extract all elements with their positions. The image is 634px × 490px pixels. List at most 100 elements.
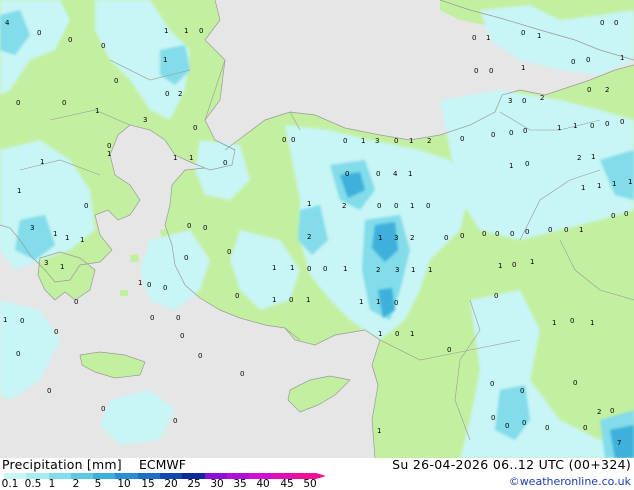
precip-value: 0 — [447, 346, 451, 354]
legend-tick-label: 0.1 — [1, 478, 19, 490]
precip-value: 1 — [80, 236, 84, 244]
precip-value: 1 — [173, 154, 177, 162]
legend-tick-label: 35 — [233, 478, 247, 490]
precip-value: 0 — [489, 67, 493, 75]
precip-value: 1 — [290, 264, 294, 272]
precip-value: 1 — [189, 154, 193, 162]
precip-value: 0 — [460, 232, 464, 240]
precip-value: 1 — [107, 150, 111, 158]
precip-value: 0 — [520, 387, 524, 395]
precip-value: 0 — [377, 202, 381, 210]
precip-value: 3 — [30, 224, 34, 232]
precip-value: 0 — [587, 86, 591, 94]
precip-value: 2 — [605, 86, 609, 94]
precip-value: 1 — [307, 200, 311, 208]
precip-value: 0 — [605, 120, 609, 128]
credit-link[interactable]: ©weatheronline.co.uk — [509, 475, 631, 489]
precip-value: 0 — [101, 42, 105, 50]
precip-value: 0 — [394, 202, 398, 210]
legend-title: Precipitation [mm] — [2, 457, 122, 472]
precip-value: 0 — [525, 228, 529, 236]
precip-value: 1 — [552, 319, 556, 327]
precip-value: 0 — [343, 137, 347, 145]
precip-value: 0 — [193, 124, 197, 132]
precip-value: 1 — [597, 182, 601, 190]
precip-value: 0 — [523, 127, 527, 135]
precip-value: 0 — [235, 292, 239, 300]
precip-value: 1 — [343, 265, 347, 273]
precip-value: 0 — [611, 212, 615, 220]
precip-value: 0 — [62, 99, 66, 107]
legend-tick-label: 30 — [210, 478, 224, 490]
precip-value: 0 — [203, 224, 207, 232]
precip-value: 0 — [522, 419, 526, 427]
precip-value: 0 — [395, 330, 399, 338]
precip-value: 0 — [512, 261, 516, 269]
precip-value: 0 — [564, 226, 568, 234]
precip-value: 0 — [345, 170, 349, 178]
precip-value: 1 — [3, 316, 7, 324]
precip-value: 0 — [494, 292, 498, 300]
precip-value: 0 — [472, 34, 476, 42]
legend-model: ECMWF — [139, 457, 186, 472]
legend-tick-label: 25 — [187, 478, 201, 490]
precip-value: 7 — [617, 439, 621, 447]
precip-value: 0 — [394, 137, 398, 145]
precip-value: 1 — [509, 162, 513, 170]
legend-tick-label: 10 — [117, 478, 131, 490]
precip-value: 0 — [495, 230, 499, 238]
precip-value: 0 — [307, 265, 311, 273]
legend-ticks: 0.1 0.5 1 2 5 10 15 20 25 30 35 40 45 50 — [0, 478, 340, 490]
precip-value: 1 — [411, 266, 415, 274]
legend-tick-label: 5 — [94, 478, 102, 490]
legend-tick-label: 15 — [141, 478, 155, 490]
precip-value: 0 — [107, 142, 111, 150]
precip-value: 0 — [323, 265, 327, 273]
precip-value: 0 — [376, 170, 380, 178]
precip-value: 0 — [505, 422, 509, 430]
precip-value: 2 — [307, 233, 311, 241]
precip-value: 1 — [164, 27, 168, 35]
precip-value: 0 — [150, 314, 154, 322]
precip-value: 1 — [138, 279, 142, 287]
precip-value: 3 — [143, 116, 147, 124]
precip-value: 0 — [282, 136, 286, 144]
precip-value: 0 — [16, 99, 20, 107]
precip-value: 0 — [291, 136, 295, 144]
precip-value: 0 — [173, 417, 177, 425]
precip-value: 0 — [240, 370, 244, 378]
precip-value: 0 — [545, 424, 549, 432]
precip-value: 0 — [68, 36, 72, 44]
precip-value: 3 — [394, 234, 398, 242]
legend-tick-label: 45 — [280, 478, 294, 490]
precip-value: 3 — [395, 266, 399, 274]
precip-value: 0 — [490, 380, 494, 388]
precip-value: 2 — [178, 90, 182, 98]
precip-value: 1 — [579, 226, 583, 234]
precip-value: 0 — [525, 160, 529, 168]
precip-value: 1 — [60, 263, 64, 271]
precip-value: 0 — [163, 284, 167, 292]
precip-value: 0 — [114, 77, 118, 85]
precip-value: 1 — [612, 180, 616, 188]
precip-value: 1 — [272, 264, 276, 272]
precip-value: 0 — [223, 159, 227, 167]
precip-value: 1 — [428, 266, 432, 274]
precip-value: 1 — [537, 32, 541, 40]
precip-value: 0 — [509, 129, 513, 137]
valid-time: Su 26-04-2026 06..12 UTC (00+324) — [392, 457, 631, 472]
precip-value: 1 — [409, 137, 413, 145]
precip-value: 1 — [40, 158, 44, 166]
precip-value: 2 — [410, 234, 414, 242]
legend-tick-label: 0.5 — [24, 478, 42, 490]
precip-value: 1 — [163, 56, 167, 64]
precip-value: 0 — [426, 202, 430, 210]
precip-value: 1 — [620, 54, 624, 62]
precip-value: 0 — [37, 29, 41, 37]
precip-value: 0 — [548, 226, 552, 234]
precip-value: 0 — [460, 135, 464, 143]
precip-value: 1 — [557, 124, 561, 132]
precip-value: 0 — [600, 19, 604, 27]
precip-value: 1 — [628, 178, 632, 186]
precipitation-map[interactable]: 4001100100201030011101103111310000100000… — [0, 0, 634, 458]
